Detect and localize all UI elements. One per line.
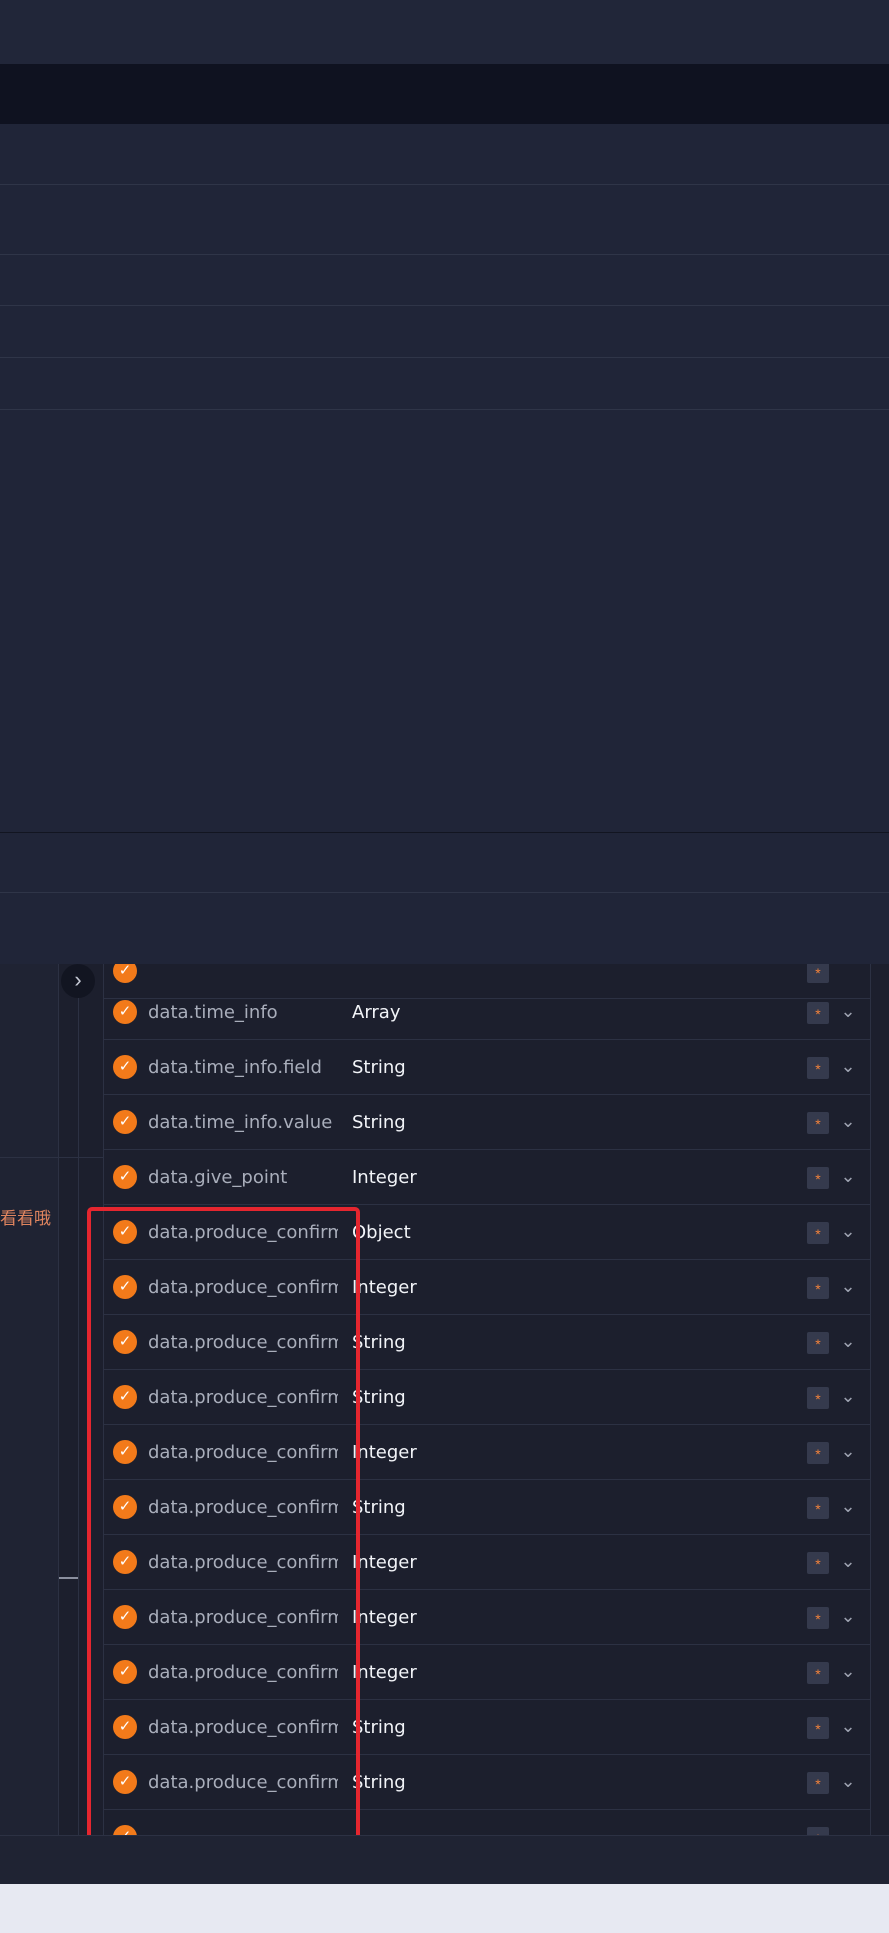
required-badge[interactable]: *	[807, 1167, 829, 1189]
field-type[interactable]: String	[352, 1717, 406, 1738]
required-badge[interactable]: *	[807, 1827, 829, 1835]
field-type[interactable]: Object	[352, 1222, 411, 1243]
divider	[0, 357, 889, 358]
field-type[interactable]: String	[352, 1332, 406, 1353]
divider	[0, 832, 889, 833]
required-badge[interactable]: *	[807, 1442, 829, 1464]
required-badge[interactable]: *	[807, 1497, 829, 1519]
field-type[interactable]: Integer	[352, 1167, 417, 1188]
check-circle-icon[interactable]: ✓	[113, 1110, 137, 1134]
required-badge[interactable]: *	[807, 1387, 829, 1409]
field-type[interactable]: String	[352, 1112, 406, 1133]
check-circle-icon[interactable]: ✓	[113, 1165, 137, 1189]
chevron-down-icon[interactable]: ⌄	[836, 1437, 860, 1465]
table-row[interactable]: ✓ data.time_info.value String * ⌄	[104, 1095, 870, 1150]
chevron-down-icon[interactable]: ⌄	[836, 1492, 860, 1520]
chevron-down-icon[interactable]: ⌄	[836, 1767, 860, 1795]
field-type[interactable]: Integer	[352, 1662, 417, 1683]
required-badge[interactable]: *	[807, 1002, 829, 1024]
chevron-down-icon[interactable]: ⌄	[836, 997, 860, 1025]
required-badge[interactable]: *	[807, 1057, 829, 1079]
chevron-down-icon[interactable]: ⌄	[836, 1107, 860, 1135]
bottom-bar	[0, 1884, 889, 1933]
table-row[interactable]: ✓ data.time_info Array * ⌄	[104, 985, 870, 1040]
required-badge[interactable]: *	[807, 1332, 829, 1354]
required-badge[interactable]: *	[807, 1552, 829, 1574]
sidebar-row-divider	[0, 1157, 104, 1158]
table-row[interactable]: ✓ data.give_point Integer * ⌄	[104, 1150, 870, 1205]
required-badge[interactable]: *	[807, 964, 829, 983]
divider	[0, 254, 889, 255]
tree-guide-line	[78, 964, 79, 1835]
check-circle-icon[interactable]: ✓	[113, 1000, 137, 1024]
field-type[interactable]: Integer	[352, 1277, 417, 1298]
chevron-down-icon[interactable]: ⌄	[836, 1052, 860, 1080]
field-type[interactable]: String	[352, 1772, 406, 1793]
expand-toggle-button[interactable]: ›	[61, 964, 95, 998]
required-badge[interactable]: *	[807, 1717, 829, 1739]
highlight-box	[87, 1207, 360, 1845]
required-badge[interactable]: *	[807, 1662, 829, 1684]
field-name: data.time_info	[148, 1002, 278, 1023]
table-right-border	[870, 964, 871, 1835]
sidebar-divider	[58, 964, 59, 1835]
side-note: 看看哦	[0, 1209, 51, 1229]
field-type[interactable]: Integer	[352, 1552, 417, 1573]
field-type[interactable]: String	[352, 1497, 406, 1518]
field-type[interactable]: String	[352, 1387, 406, 1408]
check-circle-icon[interactable]: ✓	[113, 964, 137, 983]
chevron-down-icon[interactable]: ⌄	[836, 1382, 860, 1410]
left-sidebar	[0, 964, 58, 1835]
chevron-down-icon[interactable]: ⌄	[836, 1272, 860, 1300]
chevron-down-icon[interactable]: ⌄	[836, 1547, 860, 1575]
field-type[interactable]: Integer	[352, 1607, 417, 1628]
chevron-down-icon[interactable]: ⌄	[836, 1657, 860, 1685]
required-badge[interactable]: *	[807, 1112, 829, 1134]
field-type[interactable]: Array	[352, 1002, 400, 1023]
chevron-down-icon[interactable]: ⌄	[836, 1162, 860, 1190]
field-name: data.time_info.field	[148, 1057, 322, 1078]
chevron-down-icon[interactable]: ⌄	[836, 1602, 860, 1630]
divider	[0, 305, 889, 306]
required-badge[interactable]: *	[807, 1222, 829, 1244]
table-row[interactable]: ✓ data.time_info.field String * ⌄	[104, 1040, 870, 1095]
required-badge[interactable]: *	[807, 1772, 829, 1794]
panel-footer	[0, 1835, 889, 1884]
divider	[0, 184, 889, 185]
top-toolbar	[0, 0, 889, 64]
dark-header-bar	[0, 64, 889, 124]
required-badge[interactable]: *	[807, 1607, 829, 1629]
field-name: data.time_info.value	[148, 1112, 333, 1133]
check-circle-icon[interactable]: ✓	[113, 1055, 137, 1079]
chevron-down-icon[interactable]: ⌄	[836, 1712, 860, 1740]
divider	[0, 409, 889, 410]
field-type[interactable]: String	[352, 1057, 406, 1078]
chevron-down-icon[interactable]: ⌄	[836, 1217, 860, 1245]
resize-handle[interactable]	[59, 1577, 79, 1579]
chevron-right-icon: ›	[74, 967, 82, 992]
field-name: data.give_point	[148, 1167, 288, 1188]
field-type[interactable]: Integer	[352, 1442, 417, 1463]
chevron-down-icon[interactable]: ⌄	[836, 1327, 860, 1355]
required-badge[interactable]: *	[807, 1277, 829, 1299]
divider	[0, 892, 889, 893]
